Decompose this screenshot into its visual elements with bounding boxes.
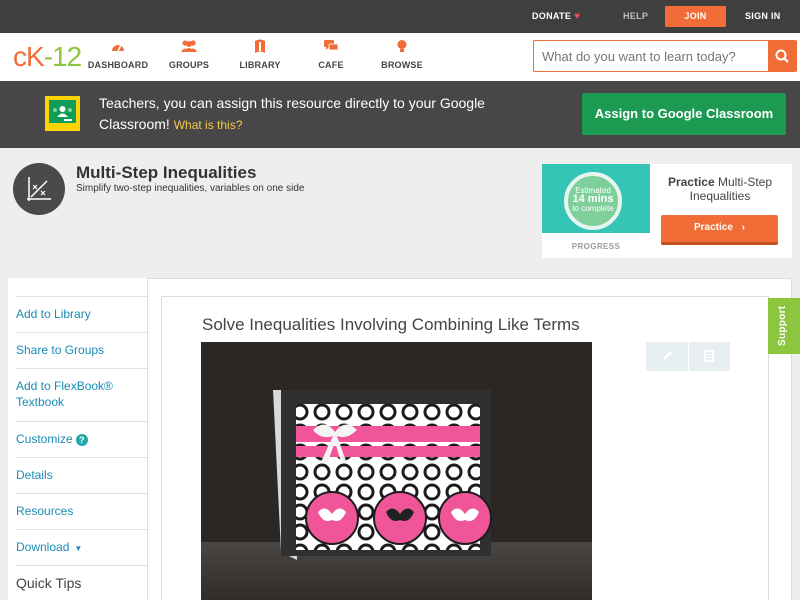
to-complete-label: to complete	[572, 204, 614, 213]
classroom-message-text: Teachers, you can assign this resource d…	[99, 95, 485, 132]
nav-groups-label: GROUPS	[168, 60, 210, 70]
estimated-minutes: 14 mins	[572, 193, 614, 205]
sign-in-link[interactable]: SIGN IN	[745, 0, 781, 33]
customize-label: Customize	[16, 432, 73, 446]
toolbar-divider	[688, 342, 689, 371]
nav-dashboard-label: DASHBOARD	[87, 60, 149, 70]
nav-browse[interactable]: BROWSE	[367, 39, 437, 70]
sidebar: Add to Library Share to Groups Add to Fl…	[8, 278, 148, 600]
sidebar-add-to-library[interactable]: Add to Library	[16, 296, 147, 332]
progress-ring: Estimated 14 mins to complete	[564, 172, 622, 230]
library-icon	[225, 39, 295, 55]
concept-title: Multi-Step Inequalities	[76, 163, 257, 182]
caret-down-icon: ▼	[74, 544, 83, 553]
quick-tips-heading: Quick Tips	[16, 565, 147, 591]
nav-dashboard[interactable]: DASHBOARD	[83, 39, 153, 70]
practice-button[interactable]: Practice ›	[661, 215, 778, 245]
practice-title-bold: Practice	[667, 175, 715, 189]
sidebar-list: Add to Library Share to Groups Add to Fl…	[16, 296, 147, 591]
practice-card: Estimated 14 mins to complete PROGRESS P…	[542, 164, 792, 258]
progress-background: Estimated 14 mins to complete	[542, 164, 650, 233]
dashboard-icon	[83, 39, 153, 55]
support-label: Support	[777, 305, 788, 346]
support-tab[interactable]: Support	[768, 298, 800, 354]
nav-library-label: LIBRARY	[239, 60, 281, 70]
heart-icon: ♥	[574, 11, 581, 22]
donate-label: DONATE	[532, 11, 572, 21]
logo-12: -12	[43, 41, 82, 72]
nav-groups[interactable]: GROUPS	[154, 39, 224, 70]
what-is-this-link[interactable]: What is this?	[174, 118, 243, 132]
join-button[interactable]: JOIN	[665, 6, 726, 27]
article-toolbar	[646, 342, 730, 371]
notes-icon[interactable]	[702, 349, 716, 363]
main-nav: cK-12 DASHBOARD GROUPS LIBRARY CAFE BROW…	[0, 33, 800, 81]
article-hero-image	[201, 342, 592, 600]
cafe-icon	[296, 39, 366, 55]
ck12-logo[interactable]: cK-12	[13, 41, 82, 73]
nav-cafe-label: CAFE	[318, 60, 344, 70]
pencil-icon[interactable]	[660, 349, 674, 363]
google-classroom-banner: Teachers, you can assign this resource d…	[0, 81, 800, 148]
nav-cafe[interactable]: CAFE	[296, 39, 366, 70]
assign-google-classroom-button[interactable]: Assign to Google Classroom	[582, 93, 786, 135]
practice-title: Practice Multi-Step Inequalities	[660, 175, 780, 203]
search-icon	[775, 49, 789, 63]
nav-library[interactable]: LIBRARY	[225, 39, 295, 70]
groups-icon	[154, 39, 224, 55]
top-utility-bar: DONATE ♥ HELP JOIN SIGN IN	[0, 0, 800, 33]
chevron-right-icon: ›	[741, 222, 746, 233]
browse-icon	[367, 39, 437, 55]
sidebar-details[interactable]: Details	[16, 457, 147, 493]
google-classroom-icon	[45, 96, 80, 131]
sidebar-resources[interactable]: Resources	[16, 493, 147, 529]
sidebar-share-to-groups[interactable]: Share to Groups	[16, 332, 147, 368]
download-label: Download	[16, 540, 70, 554]
practice-button-label: Practice	[693, 222, 733, 233]
help-link[interactable]: HELP	[623, 0, 648, 33]
article-title: Solve Inequalities Involving Combining L…	[202, 315, 580, 334]
nav-browse-label: BROWSE	[381, 60, 423, 70]
classroom-message: Teachers, you can assign this resource d…	[99, 93, 519, 136]
progress-widget: Estimated 14 mins to complete PROGRESS	[542, 164, 650, 258]
help-icon[interactable]: ?	[75, 434, 88, 446]
progress-label: PROGRESS	[571, 242, 621, 251]
search-button[interactable]	[768, 41, 796, 71]
sidebar-customize[interactable]: Customize?	[16, 421, 147, 457]
logo-c: c	[13, 41, 27, 72]
donate-link[interactable]: DONATE ♥	[532, 0, 580, 33]
logo-k: K	[26, 41, 45, 72]
concept-subtitle: Simplify two-step inequalities, variable…	[76, 183, 305, 194]
sidebar-add-to-flexbook[interactable]: Add to FlexBook® Textbook	[16, 368, 147, 421]
concept-graph-icon	[13, 163, 65, 215]
search-input[interactable]	[534, 41, 764, 71]
search-box	[533, 40, 797, 72]
sidebar-download[interactable]: Download ▼	[16, 529, 147, 565]
